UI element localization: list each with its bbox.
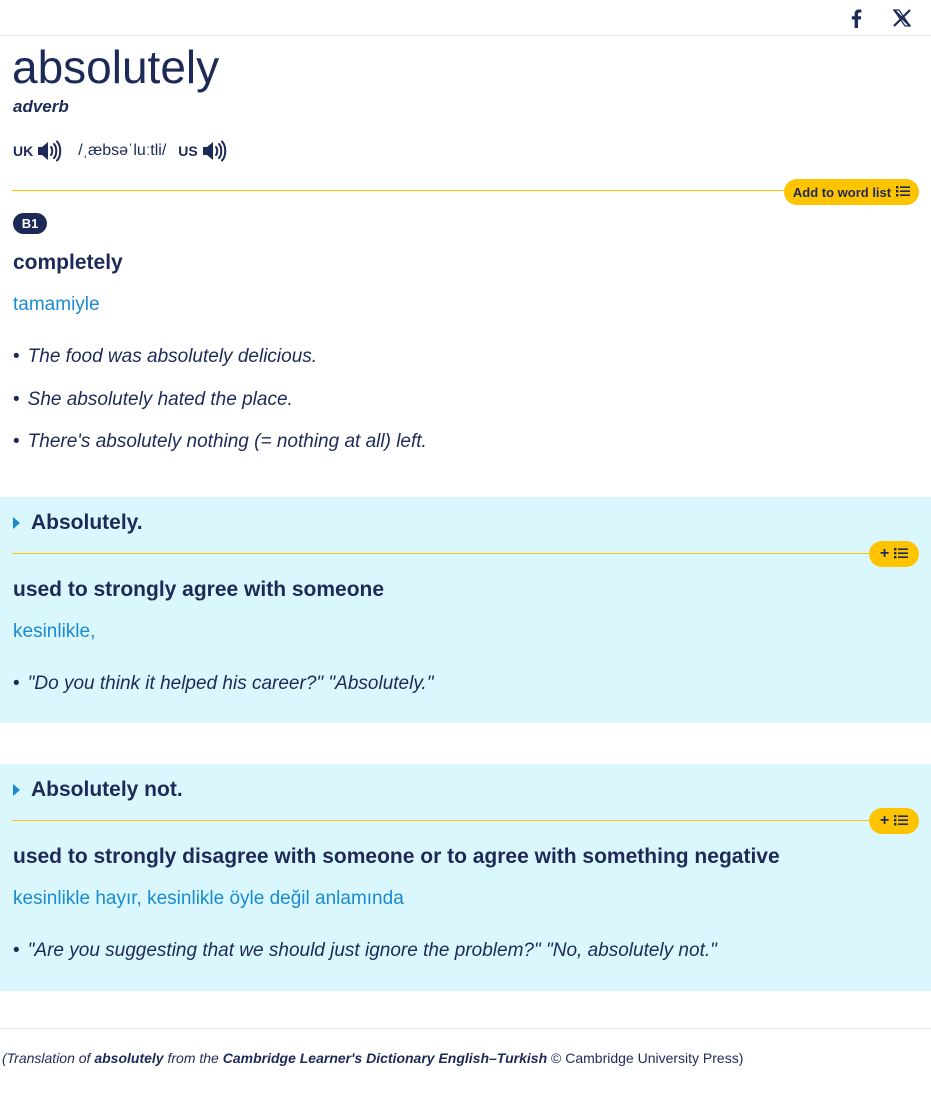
phrase-title: Absolutely not.	[31, 778, 183, 801]
translation-credit: (Translation of absolutely from the Camb…	[2, 1050, 744, 1066]
translation: tamamiyle	[13, 294, 100, 315]
expand-arrow-icon	[13, 517, 20, 529]
add-to-word-list-button[interactable]: +	[869, 541, 919, 567]
translation: kesinlikle hayır, kesinlikle öyle değil …	[13, 888, 404, 909]
level-badge: B1	[13, 213, 47, 234]
add-to-word-list-button[interactable]: +	[869, 808, 919, 834]
uk-audio-icon[interactable]	[36, 139, 62, 163]
footer-divider	[0, 1028, 931, 1029]
example: • "Are you suggesting that we should just…	[13, 940, 717, 961]
phrase-panel: Absolutely not. + used to strongly disag…	[0, 764, 931, 991]
add-to-word-list-button[interactable]: Add to word list	[784, 179, 919, 205]
definition: completely	[13, 251, 123, 274]
divider	[12, 190, 802, 191]
example: • The food was absolutely delicious.	[13, 346, 318, 367]
phrase-heading[interactable]: Absolutely.	[13, 511, 143, 535]
example: • "Do you think it helped his career?" "A…	[13, 673, 434, 694]
example: • There's absolutely nothing (= nothing a…	[13, 431, 427, 452]
phrase-title: Absolutely.	[31, 511, 143, 534]
us-label: US	[178, 143, 198, 159]
phrase-panel: Absolutely. + used to strongly agree wit…	[0, 497, 931, 723]
pronunciation-row: UK /ˌæbsəˈluːtli/ US	[13, 139, 227, 163]
credit-word: absolutely	[94, 1050, 164, 1066]
example: • She absolutely hated the place.	[13, 389, 293, 410]
uk-label: UK	[13, 143, 34, 159]
translation: kesinlikle,	[13, 621, 96, 642]
headword: absolutely	[12, 41, 220, 93]
phrase-heading[interactable]: Absolutely not.	[13, 778, 183, 802]
credit-source: Cambridge Learner's Dictionary English–T…	[222, 1050, 548, 1066]
divider	[12, 553, 872, 554]
list-icon	[896, 185, 911, 200]
list-icon	[894, 547, 909, 562]
add-to-word-list-label: Add to word list	[792, 184, 892, 200]
facebook-icon[interactable]	[844, 6, 868, 30]
part-of-speech: adverb	[13, 97, 69, 116]
list-icon	[894, 814, 909, 829]
us-audio-icon[interactable]	[201, 139, 227, 163]
definition: used to strongly disagree with someone o…	[13, 845, 780, 868]
share-bar	[0, 0, 931, 36]
definition: used to strongly agree with someone	[13, 578, 385, 601]
ipa-transcription: /ˌæbsəˈluːtli/	[78, 142, 167, 159]
divider	[12, 820, 872, 821]
expand-arrow-icon	[13, 784, 20, 796]
x-icon[interactable]	[890, 6, 914, 30]
